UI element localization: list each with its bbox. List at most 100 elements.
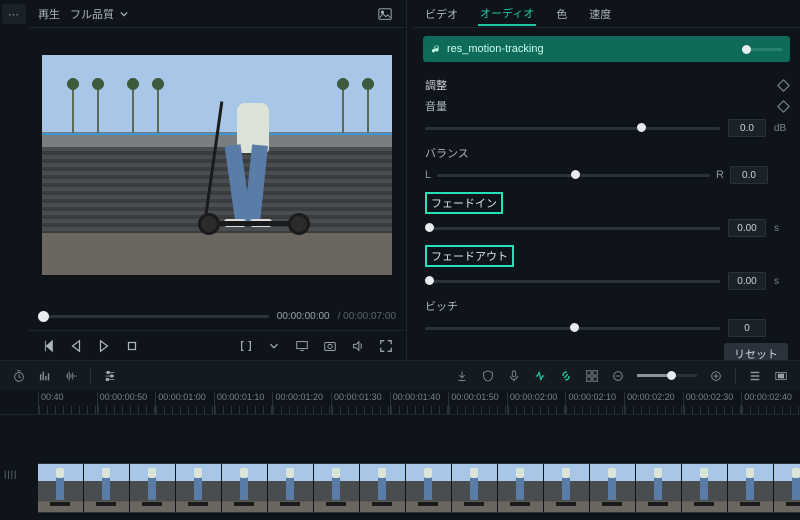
tab-speed[interactable]: 速度 [587,2,613,26]
ruler-tick-label: 00:00:02:20 [627,392,675,402]
timeline[interactable]: |||| [0,414,800,520]
zoom-out-icon[interactable] [607,365,629,387]
ruler-tick-label: 00:00:00:50 [100,392,148,402]
ruler-tick-label: 00:40 [41,392,64,402]
volume-value[interactable]: 0.0 [728,119,766,137]
clip-frame-thumb[interactable] [498,464,544,512]
grid-icon[interactable] [581,365,603,387]
fade-out-slider[interactable] [425,280,720,283]
fullscreen-icon[interactable] [374,334,398,358]
clip-frame-thumb[interactable] [360,464,406,512]
clip-frame-thumb[interactable] [268,464,314,512]
play-backward-button[interactable] [64,334,88,358]
monitor-icon[interactable] [290,334,314,358]
clip-frame-thumb[interactable] [636,464,682,512]
bracket-toggle-button[interactable] [234,334,258,358]
volume-icon[interactable] [346,334,370,358]
zoom-in-icon[interactable] [705,365,727,387]
fade-in-label: フェードイン [425,192,503,214]
ruler-tick-label: 00:00:01:30 [334,392,382,402]
adjust-section-header[interactable]: 調整 [425,74,788,96]
balance-R-label: R [716,169,724,181]
ruler-tick-label: 00:00:02:00 [510,392,558,402]
fade-out-label: フェードアウト [425,245,514,267]
clip-frame-thumb[interactable] [176,464,222,512]
clip-frame-thumb[interactable] [544,464,590,512]
ruler-tick-label: 00:00:01:10 [217,392,265,402]
keyframe-diamond-icon[interactable] [777,79,790,92]
clip-frame-thumb[interactable] [452,464,498,512]
ruler-tick-label: 00:00:01:40 [393,392,441,402]
timeline-ruler[interactable]: 00:40 00:00:00:50 00:00:01:00 00:00:01:10 00… [0,390,800,414]
keyframe-diamond-icon[interactable] [777,100,790,113]
link-icon[interactable] [555,365,577,387]
clip-chip[interactable]: res_motion-tracking [423,36,790,62]
timeline-toolbar [0,360,800,390]
tab-video[interactable]: ビデオ [423,2,460,26]
ruler-tick-label: 00:00:01:00 [158,392,206,402]
clip-frame-thumb[interactable] [84,464,130,512]
clip-frame-thumb[interactable] [222,464,268,512]
pitch-label: ビッチ [425,298,458,314]
quality-label: フル品質 [70,6,114,22]
preview-canvas [28,28,406,302]
music-note-icon [431,44,441,54]
clip-frame-thumb[interactable] [774,464,800,512]
playback-mode-dropdown[interactable]: 再生 [38,6,60,22]
quality-dropdown[interactable]: フル品質 [70,6,128,22]
clip-frame-thumb[interactable] [590,464,636,512]
clip-frame-thumb[interactable] [130,464,176,512]
balance-slider[interactable] [437,174,710,177]
waveform-icon[interactable] [60,365,82,387]
audio-enhance-icon[interactable] [529,365,551,387]
clip-frame-thumb[interactable] [314,464,360,512]
play-button[interactable] [92,334,116,358]
picture-icon[interactable] [374,3,396,25]
fade-in-slider[interactable] [425,227,720,230]
chevron-down-icon [120,10,128,18]
clip-name: res_motion-tracking [447,43,544,55]
video-track[interactable] [38,463,800,513]
pitch-slider[interactable] [425,327,720,330]
balance-value[interactable]: 0.0 [730,166,768,184]
preview-scrubber[interactable] [38,315,269,318]
zoom-slider[interactable] [637,374,697,377]
track-handle[interactable]: |||| [4,469,17,479]
clip-frame-thumb[interactable] [728,464,774,512]
pitch-value[interactable]: 0 [728,319,766,337]
balance-L-label: L [425,169,431,181]
chevron-down-small-icon[interactable] [262,334,286,358]
sliders-icon[interactable] [99,365,121,387]
time-current: 00:00:00:00 [277,311,330,322]
balance-label: バランス [425,145,469,161]
shield-icon[interactable] [477,365,499,387]
volume-slider[interactable] [425,127,720,130]
fit-icon[interactable] [770,365,792,387]
snapshot-icon[interactable] [318,334,342,358]
fade-out-value[interactable]: 0.00 [728,272,766,290]
prev-frame-button[interactable] [36,334,60,358]
sidebar-more-icon[interactable]: ⋯ [2,4,26,24]
time-total: 00:00:07:00 [343,311,396,322]
clip-frame-thumb[interactable] [406,464,452,512]
fade-out-unit: s [774,276,788,287]
clip-frame-thumb[interactable] [38,464,84,512]
tab-color[interactable]: 色 [554,2,569,26]
fade-in-value[interactable]: 0.00 [728,219,766,237]
ruler-tick-label: 00:00:01:20 [275,392,323,402]
mic-icon[interactable] [503,365,525,387]
ruler-tick-label: 00:00:01:50 [451,392,499,402]
marker-down-icon[interactable] [451,365,473,387]
preview-panel: 再生 フル品質 [28,0,406,360]
list-icon[interactable] [744,365,766,387]
clip-frame-thumb[interactable] [682,464,728,512]
properties-panel: ビデオ オーディオ 色 速度 res_motion-tracking 調整 音量… [406,0,800,360]
stop-button[interactable] [120,334,144,358]
timer-icon[interactable] [8,365,30,387]
clip-mini-slider[interactable] [742,48,782,51]
volume-unit: dB [774,123,788,134]
levels-icon[interactable] [34,365,56,387]
reset-button[interactable]: リセット [724,343,788,360]
video-frame[interactable] [42,55,392,275]
tab-audio[interactable]: オーディオ [478,1,536,26]
